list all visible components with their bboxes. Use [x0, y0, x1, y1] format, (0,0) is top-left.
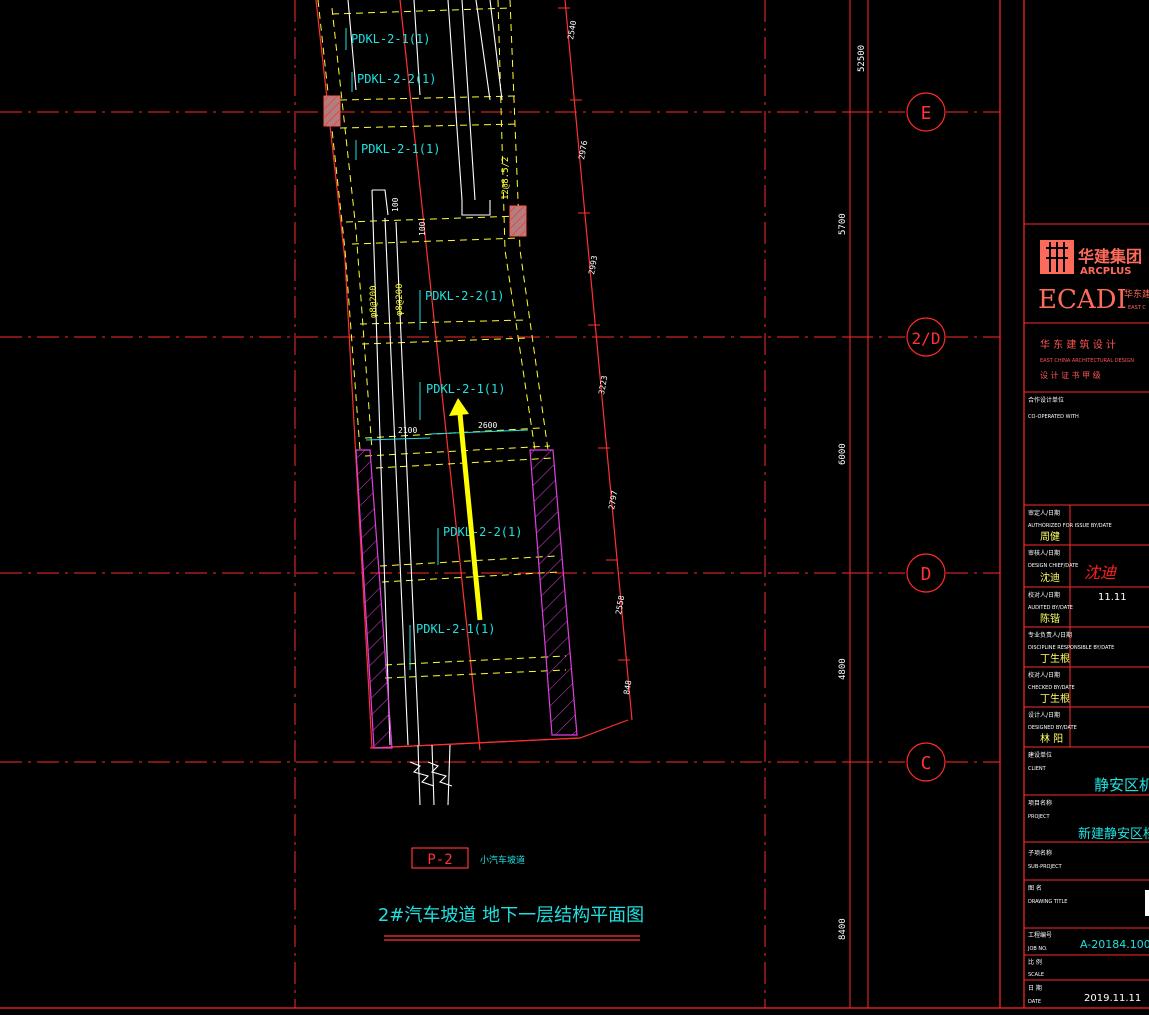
plan-title-block: 2#汽车坡道 地下一层结构平面图	[378, 905, 644, 941]
axis-dimension-lines	[845, 0, 873, 1008]
project-cn: 项目名称	[1028, 799, 1052, 807]
subproject-cn: 子项名称	[1028, 849, 1052, 857]
row-2-name: 沈迪	[1040, 571, 1060, 584]
institute-en: EAST CHINA ARCHITECTURAL DESIGN	[1040, 358, 1134, 364]
institute-cn: 华 东 建 筑 设 计	[1040, 338, 1116, 351]
ramp-dashed-outlines	[317, 0, 567, 679]
row-4-cn: 专业负责人/日期	[1028, 631, 1072, 639]
row-3-cn: 校对人/日期	[1028, 591, 1060, 599]
project-name: 新建静安区档案馆、	[1078, 826, 1149, 842]
cert-text: 设 计 证 书 甲 级	[1040, 370, 1101, 380]
slope-dim-1: 2540	[566, 20, 578, 41]
axis-dim-5700: 5700	[838, 213, 848, 235]
row-4-en: DISCIPLINE RESPONSIBLE BY/DATE	[1028, 645, 1114, 651]
date-cn: 日 期	[1028, 984, 1042, 992]
client-cn: 建设单位	[1028, 751, 1052, 759]
cooperated-cn: 合作设计单位	[1028, 396, 1064, 404]
beam-label-7: PDKL-2-1(1)	[416, 622, 495, 636]
section-tag-text: P-2	[427, 852, 452, 868]
cut-off-glyph	[1145, 890, 1149, 916]
client-en: CLIENT	[1028, 766, 1047, 772]
row-4-name: 丁生根	[1040, 652, 1070, 665]
dim-2600: 2600	[478, 421, 497, 430]
cad-drawing-canvas[interactable]: E 2/D D C 52500 5700 6000 4800 8400 PDKL…	[0, 0, 1149, 1015]
beam-label-4: PDKL-2-2(1)	[425, 289, 504, 303]
row-6-cn: 设计人/日期	[1028, 711, 1060, 719]
section-note: 小汽车坡道	[480, 854, 525, 866]
grid-label-d: D	[921, 564, 932, 585]
axis-dim-8400: 8400	[838, 918, 848, 940]
slope-dim-4: 3223	[597, 375, 609, 396]
row-5-cn: 校对人/日期	[1028, 671, 1060, 679]
row-3-name: 陈锴	[1040, 612, 1060, 625]
slope-dim-7: 848	[622, 679, 633, 695]
slope-dim-2: 2976	[577, 140, 589, 161]
scale-en: SCALE	[1028, 972, 1044, 978]
drawing-title-en: DRAWING TITLE	[1028, 899, 1067, 905]
grid-label-c: C	[921, 753, 932, 774]
title-block: 华建集团 ARCPLUS ECADI 华东建 EAST C 华 东 建 筑 设 …	[1024, 223, 1149, 1005]
job-cn: 工程编号	[1028, 931, 1052, 939]
job-en: JOB NO.	[1027, 946, 1048, 952]
sheet-border	[0, 0, 1149, 1009]
section-tag: P-2 小汽车坡道	[411, 847, 525, 869]
drawing-title-cn: 图 名	[1028, 884, 1042, 892]
subproject-en: SUB-PROJECT	[1028, 864, 1063, 870]
ecadi-logo: ECADI	[1038, 285, 1127, 315]
grid-label-e: E	[921, 103, 932, 124]
row-1-cn: 审定人/日期	[1028, 509, 1060, 517]
slope-dim-5: 2797	[607, 490, 619, 511]
row-5-name: 丁生根	[1040, 692, 1070, 705]
dim-2100: 2100	[398, 426, 417, 435]
company-name-en: ARCPLUS	[1080, 266, 1131, 277]
rebar-label-2: φ8@200	[395, 283, 405, 316]
rebar-label-3: 12@8.5/2	[501, 157, 511, 200]
slope-dimension-ticks	[558, 7, 630, 661]
beam-label-3: PDKL-2-1(1)	[361, 142, 440, 156]
scale-cn: 比 例	[1028, 958, 1042, 966]
date-value: 2019.11.11	[1084, 993, 1141, 1004]
row-1-name: 周健	[1040, 531, 1060, 543]
ecadi-side-en: EAST C	[1128, 305, 1146, 311]
row-1-en: AUTHORIZED FOR ISSUE BY/DATE	[1028, 523, 1112, 529]
rebar-label-1: φ8@200	[369, 285, 379, 318]
ecadi-side-cn: 华东建	[1124, 288, 1149, 300]
date-en: DATE	[1028, 999, 1041, 1005]
plan-title: 2#汽车坡道 地下一层结构平面图	[378, 905, 644, 926]
beam-label-2: PDKL-2-2(1)	[357, 72, 436, 86]
beam-label-6: PDKL-2-2(1)	[443, 525, 522, 539]
axis-dim-6000: 6000	[838, 443, 848, 465]
row-6-en: DESIGNED BY/DATE	[1028, 725, 1077, 731]
row-2-date: 11.11	[1098, 592, 1127, 603]
axis-dim-4800: 4800	[838, 658, 848, 680]
dim-100-b: 100	[418, 221, 427, 236]
row-5-en: CHECKED BY/DATE	[1028, 685, 1075, 691]
slope-dim-6: 2558	[614, 595, 626, 616]
row-3-en: AUDITED BY/DATE	[1028, 605, 1073, 611]
project-en: PROJECT	[1028, 814, 1051, 820]
grid-bubbles	[906, 92, 946, 782]
axis-dim-52500: 52500	[857, 45, 867, 72]
grid-label-2d: 2/D	[912, 329, 941, 348]
company-name-cn: 华建集团	[1078, 247, 1142, 266]
row-6-name: 林 阳	[1040, 732, 1063, 745]
beam-label-1: PDKL-2-1(1)	[351, 32, 430, 46]
beam-label-5: PDKL-2-1(1)	[426, 382, 505, 396]
row-2-cn: 审核人/日期	[1028, 549, 1060, 557]
row-2-en: DESIGN CHIEF/DATE	[1028, 563, 1078, 569]
row-2-signature: 沈迪	[1084, 563, 1117, 582]
dim-100-a: 100	[391, 197, 400, 212]
cooperated-en: CO-OPERATED WITH	[1028, 414, 1079, 420]
job-no: A-20184.1005	[1080, 938, 1149, 951]
client-name: 静安区机关	[1094, 776, 1149, 794]
slope-dim-3: 2993	[587, 255, 599, 276]
company-logo: 华建集团 ARCPLUS ECADI 华东建 EAST C	[1038, 240, 1149, 315]
